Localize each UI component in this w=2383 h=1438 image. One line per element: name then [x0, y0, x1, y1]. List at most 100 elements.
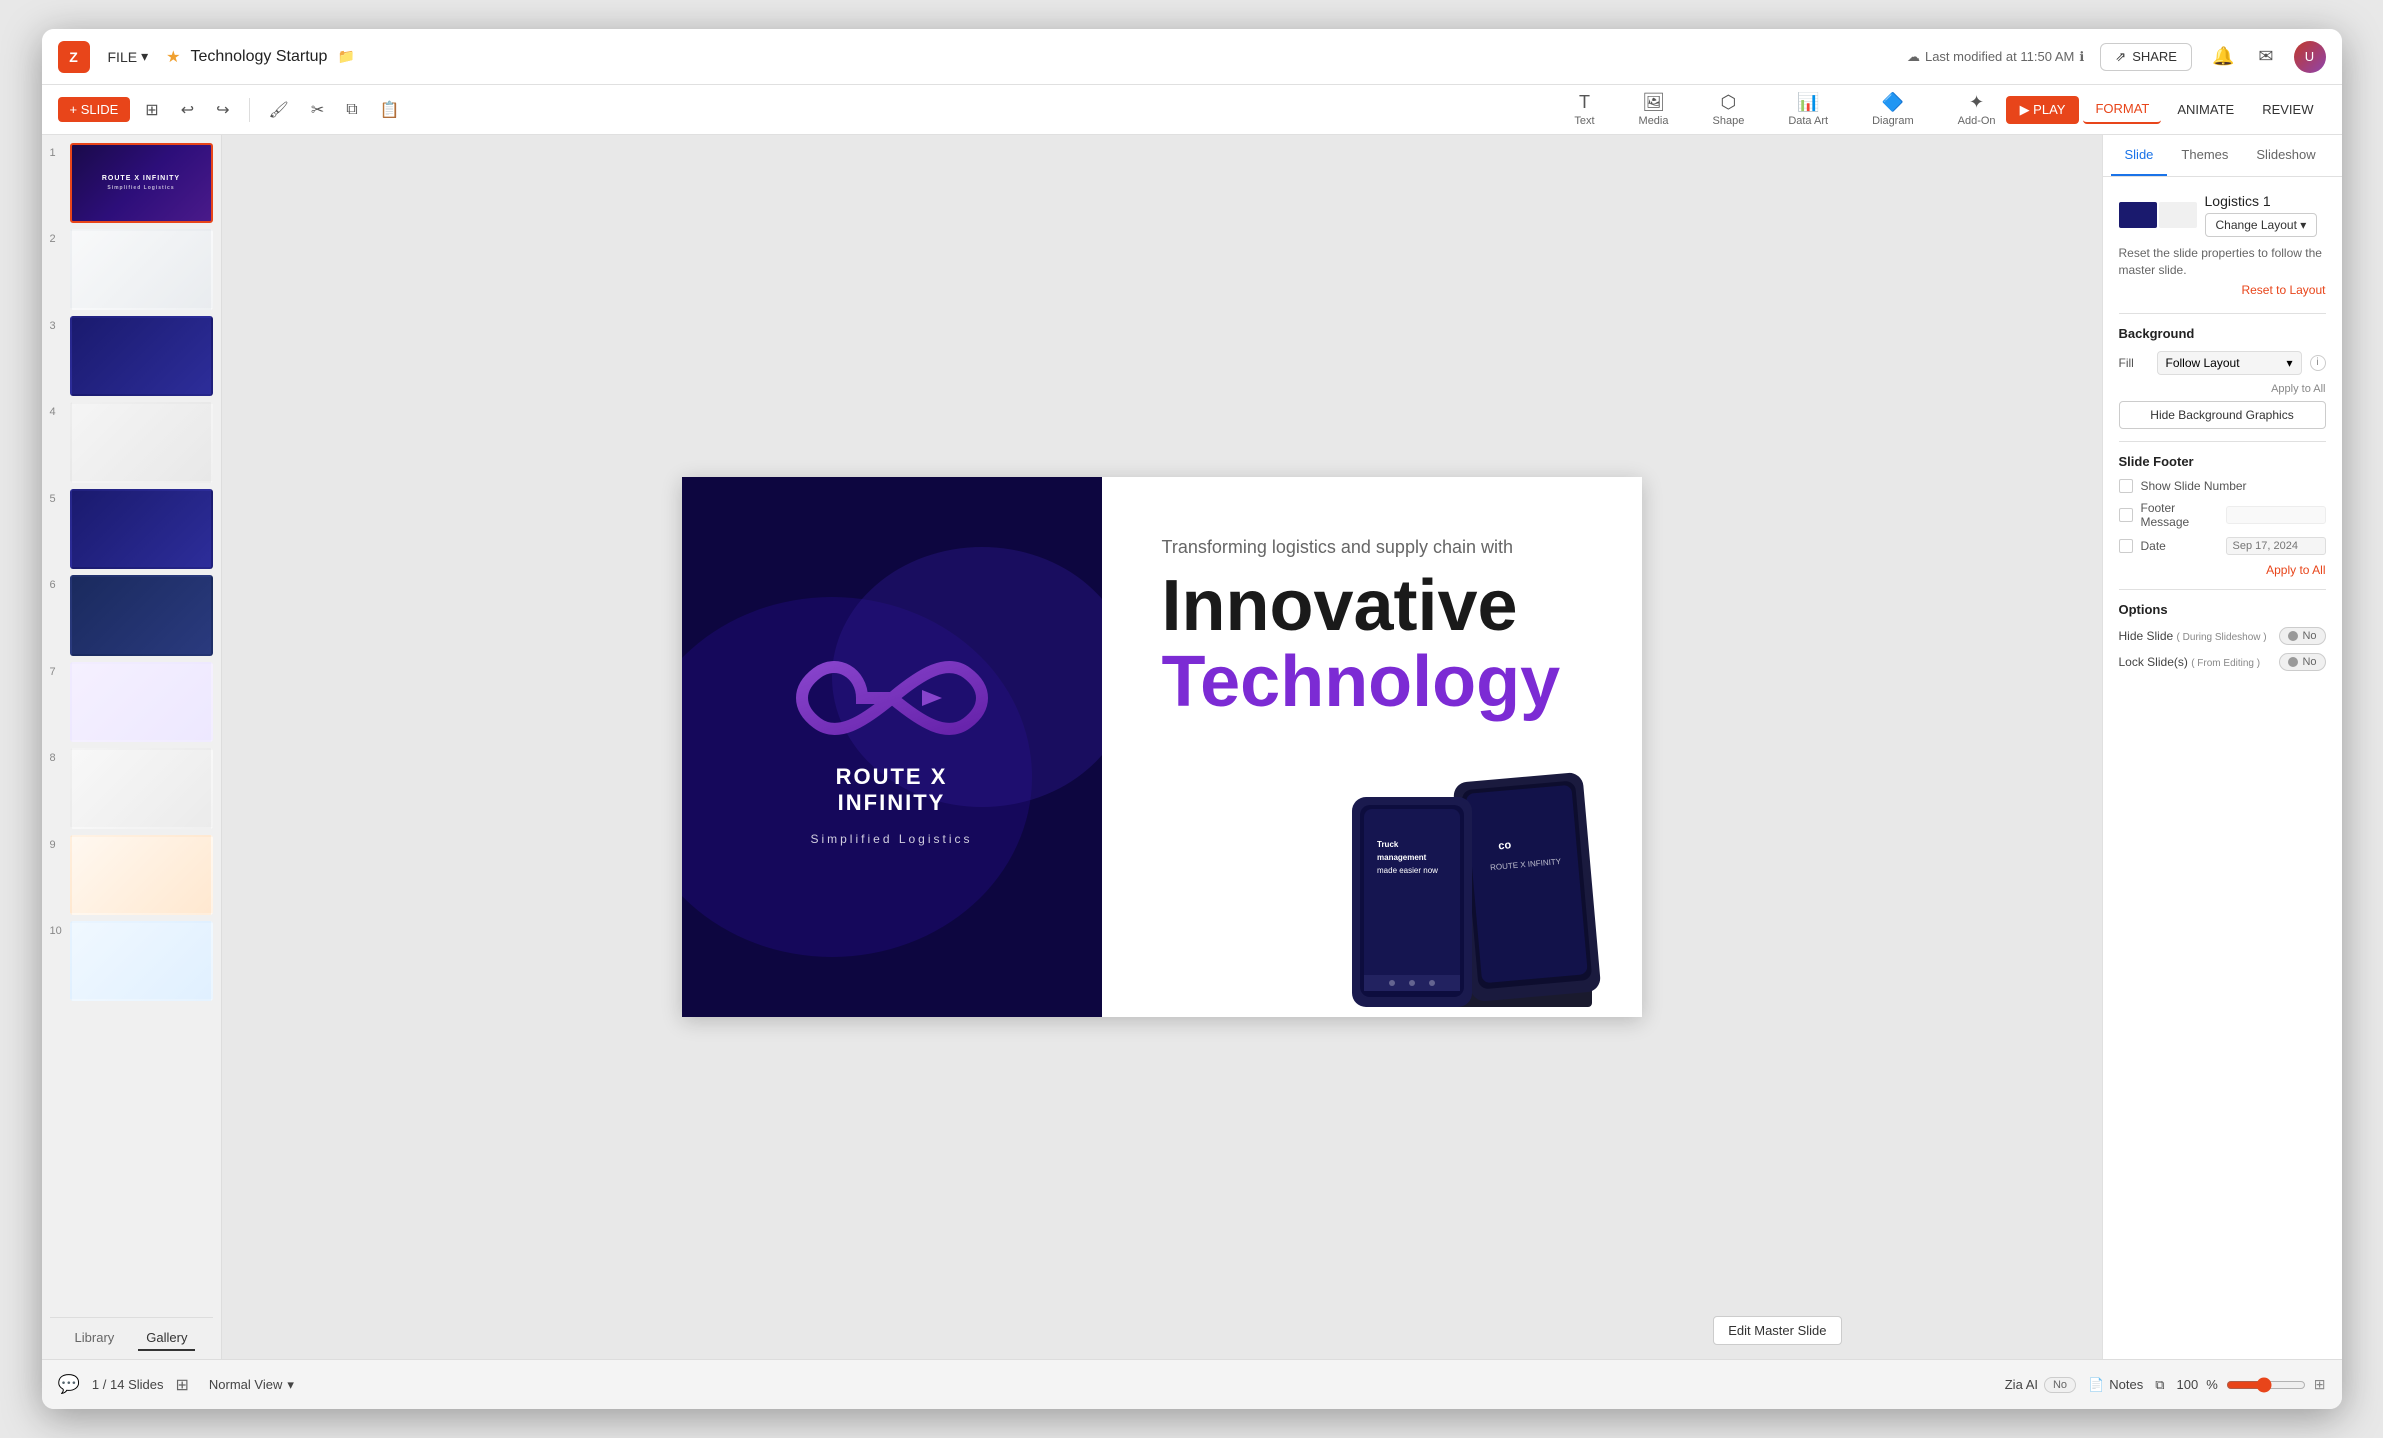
slide-item-2[interactable]: 2 — [50, 229, 213, 309]
apply-to-all-button[interactable]: Apply to All — [2119, 383, 2326, 395]
slide-headline-2: Technology — [1162, 646, 1602, 718]
slide-thumbnail-9[interactable] — [70, 835, 213, 915]
date-input[interactable] — [2226, 537, 2326, 555]
redo-button[interactable]: ↪ — [209, 95, 236, 125]
mail-button[interactable]: ✉ — [2254, 42, 2277, 71]
add-slide-button[interactable]: + SLIDE — [58, 97, 131, 122]
reset-to-layout-link[interactable]: Reset to Layout — [2119, 283, 2326, 297]
addon-tool[interactable]: ✦ Add-On — [1948, 88, 2006, 131]
show-slide-number-checkbox[interactable] — [2119, 479, 2133, 493]
diagram-tool[interactable]: 🔷 Diagram — [1862, 88, 1924, 131]
addon-icon: ✦ — [1969, 92, 1984, 113]
slide-subtitle: Transforming logistics and supply chain … — [1162, 537, 1602, 558]
animate-tab[interactable]: ANIMATE — [2165, 96, 2246, 123]
options-title: Options — [2119, 602, 2326, 617]
view-mode-button[interactable]: Normal View ▾ — [201, 1373, 302, 1397]
slide-item-8[interactable]: 8 — [50, 748, 213, 828]
media-tool[interactable]: 🖼 Media — [1629, 88, 1679, 131]
slide-thumbnail-5[interactable] — [70, 489, 213, 569]
favorite-icon[interactable]: ★ — [166, 47, 180, 67]
slide-item-7[interactable]: 7 — [50, 662, 213, 742]
footer-message-label: Footer Message — [2141, 501, 2218, 529]
hide-slide-toggle[interactable]: No — [2279, 627, 2325, 645]
bottom-bar: 💬 1 / 14 Slides ⊞ Normal View ▾ Zia AI N… — [42, 1359, 2342, 1409]
duplicate-slide-button[interactable]: ⧉ — [2155, 1377, 2164, 1393]
edit-master-slide-button[interactable]: Edit Master Slide — [1713, 1316, 1841, 1345]
footer-message-row: Footer Message — [2119, 501, 2326, 529]
fill-dropdown[interactable]: Follow Layout ▾ — [2157, 351, 2302, 375]
hide-slide-row: Hide Slide ( During Slideshow ) No — [2119, 627, 2326, 645]
scissors-button[interactable]: ✂ — [304, 95, 331, 125]
format-painter-button[interactable]: 🖌 — [262, 95, 296, 125]
shape-tool[interactable]: ⬡ Shape — [1703, 88, 1755, 131]
avatar[interactable]: U — [2294, 41, 2326, 73]
format-tab[interactable]: FORMAT — [2083, 95, 2161, 124]
hide-background-graphics-button[interactable]: Hide Background Graphics — [2119, 401, 2326, 429]
divider-3 — [2119, 589, 2326, 590]
svg-text:co: co — [1497, 839, 1511, 852]
layout-thumbnails — [2119, 202, 2197, 228]
slide-item-1[interactable]: 1 ROUTE X INFINITY Simplified Logistics — [50, 143, 213, 223]
slide-item-9[interactable]: 9 — [50, 835, 213, 915]
apply-all-footer-button[interactable]: Apply to All — [2119, 563, 2326, 577]
slide-item-3[interactable]: 3 — [50, 316, 213, 396]
app-window: Z FILE ▾ ★ Technology Startup 📁 ☁ Last m… — [42, 29, 2342, 1409]
gallery-tab[interactable]: Gallery — [138, 1326, 195, 1351]
slide-thumbnail-3[interactable] — [70, 316, 213, 396]
slide-thumbnail-2[interactable] — [70, 229, 213, 309]
fill-info-icon[interactable]: i — [2310, 355, 2326, 371]
slide-thumbnail-10[interactable] — [70, 921, 213, 1001]
fill-label: Fill — [2119, 356, 2149, 370]
show-slide-number-label: Show Slide Number — [2141, 479, 2247, 493]
change-layout-button[interactable]: Change Layout ▾ — [2205, 213, 2318, 237]
media-icon: 🖼 — [1642, 92, 1665, 113]
text-tool[interactable]: T Text — [1564, 88, 1604, 131]
undo-button[interactable]: ↩ — [174, 95, 201, 125]
copy-button[interactable]: ⧉ — [339, 96, 364, 124]
footer-message-input[interactable] — [2226, 506, 2326, 524]
slide-item-5[interactable]: 5 — [50, 489, 213, 569]
lock-slide-toggle[interactable]: No — [2279, 653, 2325, 671]
tab-themes[interactable]: Themes — [2167, 135, 2242, 176]
date-checkbox[interactable] — [2119, 539, 2133, 553]
zia-ai-button[interactable]: Zia AI No — [2005, 1377, 2076, 1393]
zoom-slider[interactable] — [2226, 1377, 2306, 1393]
slide-item-10[interactable]: 10 — [50, 921, 213, 1001]
slide-count: 1 / 14 Slides — [92, 1377, 164, 1392]
tab-slide[interactable]: Slide — [2111, 135, 2168, 176]
lock-slide-row: Lock Slide(s) ( From Editing ) No — [2119, 653, 2326, 671]
review-tab[interactable]: REVIEW — [2250, 96, 2325, 123]
slide-outline-button[interactable]: ⊞ — [138, 95, 165, 125]
show-slide-number-row: Show Slide Number — [2119, 479, 2326, 493]
notes-button[interactable]: 📄 Notes — [2088, 1377, 2143, 1393]
phones-image: co ROUTE X INFINITY Truck management mad… — [1292, 717, 1642, 1017]
slide-thumbnail-8[interactable] — [70, 748, 213, 828]
play-button[interactable]: ▶ PLAY — [2006, 96, 2080, 124]
paste-button[interactable]: 📋 — [373, 95, 407, 125]
diagram-label: Diagram — [1872, 115, 1914, 127]
title-bar-center: ☁ Last modified at 11:50 AM ℹ ⇗ SHARE 🔔 … — [1907, 41, 2326, 73]
slide-item-6[interactable]: 6 — [50, 575, 213, 655]
phones-svg: co ROUTE X INFINITY Truck management mad… — [1292, 717, 1642, 1017]
footer-message-checkbox[interactable] — [2119, 508, 2133, 522]
slide-thumbnail-4[interactable] — [70, 402, 213, 482]
chat-button[interactable]: 💬 — [58, 1374, 80, 1395]
svg-text:Truck: Truck — [1377, 840, 1399, 849]
title-bar: Z FILE ▾ ★ Technology Startup 📁 ☁ Last m… — [42, 29, 2342, 85]
data-art-tool[interactable]: 📊 Data Art — [1778, 88, 1838, 131]
bottom-left: 💬 1 / 14 Slides ⊞ Normal View ▾ — [58, 1373, 302, 1397]
slide-item-4[interactable]: 4 — [50, 402, 213, 482]
share-button[interactable]: ⇗ SHARE — [2100, 43, 2192, 71]
text-label: Text — [1574, 115, 1594, 127]
slide-thumbnail-1[interactable]: ROUTE X INFINITY Simplified Logistics — [70, 143, 213, 223]
notifications-button[interactable]: 🔔 — [2208, 42, 2238, 71]
slide-thumbnail-6[interactable] — [70, 575, 213, 655]
slide-thumbnail-7[interactable] — [70, 662, 213, 742]
tab-slideshow[interactable]: Slideshow — [2242, 135, 2329, 176]
bottom-right: Zia AI No 📄 Notes ⧉ 100 % ⊞ — [2005, 1376, 2326, 1393]
toolbar-divider — [249, 98, 250, 122]
layout-thumb-light — [2159, 202, 2197, 228]
library-tab[interactable]: Library — [67, 1326, 123, 1351]
brand-name: ROUTE X INFINITY — [787, 764, 997, 816]
file-menu-button[interactable]: FILE ▾ — [100, 44, 157, 69]
